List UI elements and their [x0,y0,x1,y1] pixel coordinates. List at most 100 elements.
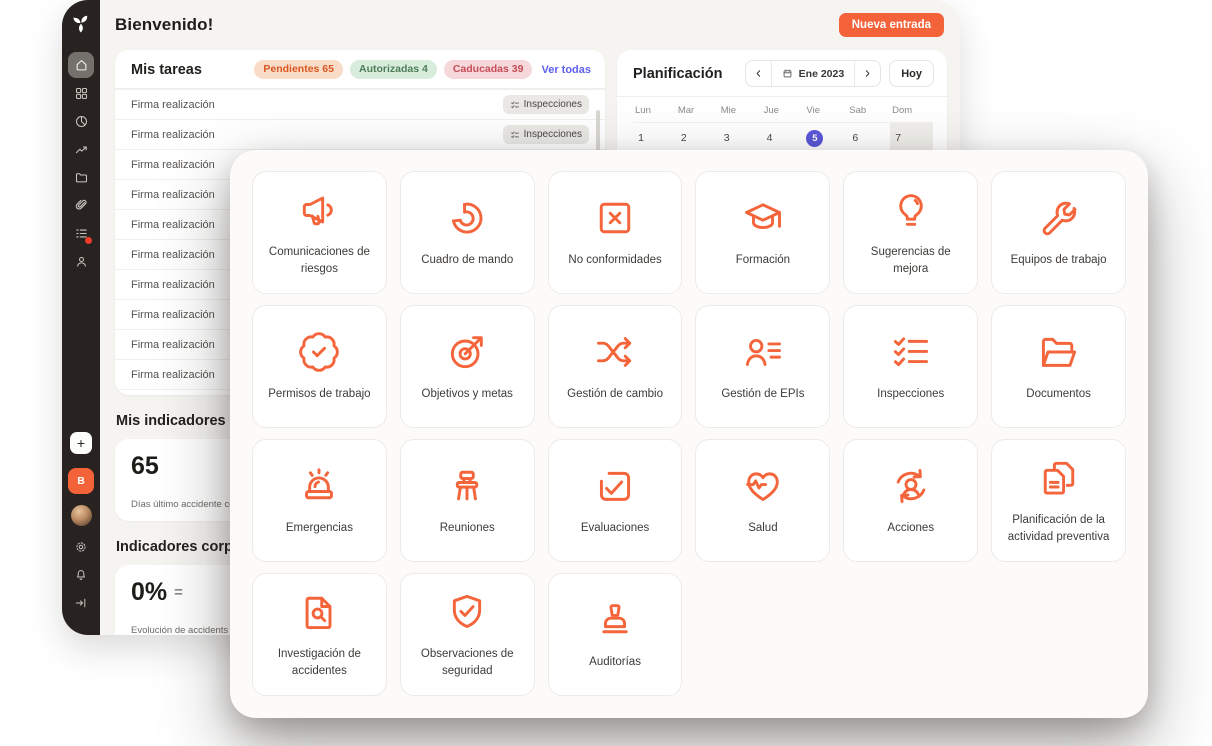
sidebar-nav-item[interactable] [68,220,94,246]
status-badge[interactable]: Autorizadas 4 [349,60,437,79]
siren-icon [297,464,341,508]
logout-button[interactable] [71,593,91,613]
month-display[interactable]: Ene 2023 [770,61,856,86]
module-card[interactable]: Planificación de la actividad preventiva [991,439,1126,562]
notifications-button[interactable] [71,565,91,585]
module-label: Cuadro de mando [421,254,514,267]
module-label: Gestión de EPIs [721,388,805,401]
app-logo-icon [70,12,92,34]
workspace-button[interactable]: B [68,468,94,494]
status-badge[interactable]: Caducadas 39 [443,60,533,79]
module-label: Gestión de cambio [567,388,664,401]
module-label: Permisos de trabajo [268,388,371,401]
donut-chart-icon [445,196,489,240]
task-label: Firma realización [131,218,215,231]
indicator-number: 65 [131,452,159,480]
sidebar: + B [62,0,100,635]
app-logo [70,11,92,35]
modules-modal: Comunicaciones de riesgos Cuadro de mand… [230,150,1148,718]
month-label: Ene 2023 [798,67,845,80]
module-card[interactable]: Gestión de EPIs [695,305,831,428]
chevron-left-icon [753,68,764,79]
home-icon [74,58,89,73]
task-label: Firma realización [131,98,215,111]
tasks-badges: Pendientes 65 Autorizadas 4 Caducadas 39 [254,60,533,79]
planning-header: Planificación Ene 2023 Hoy [617,50,947,97]
module-card[interactable]: Reuniones [399,439,535,562]
task-row[interactable]: Firma realización Inspecciones [115,89,605,119]
settings-button[interactable] [71,537,91,557]
module-label: No conformidades [568,254,662,267]
sidebar-nav-item[interactable] [68,52,94,78]
module-card[interactable]: Evaluaciones [547,439,683,562]
sidebar-nav-item[interactable] [68,80,94,106]
module-card[interactable]: Cuadro de mando [399,171,535,294]
module-card[interactable]: Formación [695,171,831,294]
checklist-mini-icon [510,130,520,140]
user-avatar[interactable] [70,505,92,526]
module-card[interactable]: Investigación de accidentes [252,573,387,696]
task-label: Firma realización [131,188,215,201]
heart-pulse-icon [741,464,785,508]
module-card[interactable]: No conformidades [547,171,683,294]
bell-icon [74,568,88,582]
sidebar-nav [68,51,94,275]
prev-month-button[interactable] [746,61,771,86]
module-label: Objetivos y metas [421,388,513,401]
module-card[interactable]: Inspecciones [843,305,979,428]
sidebar-nav-item[interactable] [68,108,94,134]
module-label: Planificación de la actividad preventiva [1007,514,1110,543]
planning-title: Planificación [633,65,723,82]
view-all-link[interactable]: Ver todas [541,64,591,76]
page-title: Bienvenido! [115,15,214,34]
task-list-icon [74,226,89,241]
tasks-title: Mis tareas [131,61,202,78]
lightbulb-icon [889,188,933,232]
module-grid: Comunicaciones de riesgos Cuadro de mand… [252,171,1126,696]
module-card[interactable]: Auditorías [547,573,683,696]
megaphone-icon [297,188,341,232]
day-number: 4 [766,132,773,144]
sidebar-nav-item[interactable] [68,192,94,218]
today-button[interactable]: Hoy [889,60,934,87]
day-number: 1 [638,132,644,144]
module-label: Sugerencias de mejora [870,246,951,275]
module-card[interactable]: Documentos [991,305,1126,428]
tasks-header: Mis tareas Pendientes 65 Autorizadas 4 Cad… [115,50,605,89]
module-label: Auditorías [589,656,641,669]
task-tag-label: Inspecciones [523,129,582,140]
next-month-button[interactable] [855,61,880,86]
topbar: Bienvenido! Nueva entrada [100,0,960,44]
add-button[interactable]: + [70,432,92,454]
module-card[interactable]: Comunicaciones de riesgos [252,171,387,294]
sidebar-nav-item[interactable] [68,248,94,274]
seal-check-icon [297,330,341,374]
calendar-icon [782,68,793,79]
module-card[interactable]: Sugerencias de mejora [843,171,979,294]
module-label: Observaciones de seguridad [420,648,514,677]
module-label: Salud [748,522,778,535]
module-card[interactable]: Emergencias [252,439,387,562]
module-card[interactable]: Gestión de cambio [547,305,683,428]
new-entry-button[interactable]: Nueva entrada [838,13,944,37]
module-card[interactable]: Salud [695,439,831,562]
chair-icon [445,464,489,508]
module-card[interactable]: Permisos de trabajo [252,305,387,428]
sidebar-nav-item[interactable] [68,136,94,162]
module-card[interactable]: Objetivos y metas [399,305,535,428]
module-card[interactable]: Equipos de trabajo [991,171,1126,294]
sidebar-nav-item[interactable] [68,164,94,190]
module-card[interactable]: Observaciones de seguridad [399,573,535,696]
module-card[interactable]: Acciones [843,439,979,562]
task-row[interactable]: Firma realización Inspecciones [115,119,605,149]
shuffle-icon [593,330,637,374]
trending-up-icon [74,142,89,157]
module-label: Inspecciones [877,388,945,401]
pie-chart-icon [74,114,89,129]
paperclip-icon [74,198,89,213]
status-badge[interactable]: Pendientes 65 [254,60,343,79]
module-label: Documentos [1026,388,1091,401]
task-label: Firma realización [131,278,215,291]
module-label: Evaluaciones [580,522,650,535]
day-number: 3 [723,132,730,144]
